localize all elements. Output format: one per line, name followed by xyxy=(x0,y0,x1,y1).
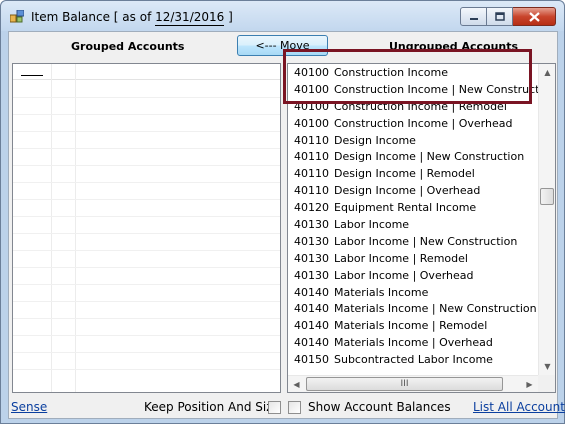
client-area: Grouped Accounts <--- Move Ungrouped Acc… xyxy=(8,31,565,419)
minimize-button[interactable] xyxy=(460,7,487,26)
list-item[interactable]: 40110 Design Income | Overhead xyxy=(289,183,538,200)
account-name: Construction Income | Overhead xyxy=(334,116,513,130)
close-icon xyxy=(528,11,540,22)
show-balances-label: Show Account Balances xyxy=(308,400,451,414)
account-code: 40130 xyxy=(294,268,329,282)
list-item[interactable]: 40110 Design Income | Remodel xyxy=(289,166,538,183)
list-item[interactable]: 40130 Labor Income | Remodel xyxy=(289,251,538,268)
list-item[interactable]: 40140 Materials Income | Overhead xyxy=(289,335,538,352)
maximize-button[interactable] xyxy=(487,7,513,26)
sense-link[interactable]: Sense xyxy=(11,400,47,414)
list-item[interactable]: 40110 Design Income | New Construction xyxy=(289,149,538,166)
grouped-accounts-grid[interactable] xyxy=(12,63,281,393)
account-name: Materials Income | Remodel xyxy=(334,319,488,333)
account-code: 40100 xyxy=(294,66,329,79)
account-name: Design Income xyxy=(334,133,416,147)
list-item[interactable]: 40140 Materials Income | New Construction xyxy=(289,301,538,318)
account-code: 40130 xyxy=(294,234,329,248)
account-code: 40140 xyxy=(294,319,329,333)
scroll-down-icon[interactable]: ▼ xyxy=(539,358,555,375)
account-name: Materials Income | Overhead xyxy=(334,336,493,350)
scroll-up-icon[interactable]: ▲ xyxy=(539,64,555,81)
horizontal-scrollbar[interactable]: ◀ III ▶ xyxy=(288,375,538,392)
account-name: Construction Income | New Construction xyxy=(334,82,556,96)
account-code: 40110 xyxy=(294,184,329,198)
show-balances-checkbox[interactable] xyxy=(288,401,301,414)
list-all-accounts-link[interactable]: List All Accounts xyxy=(473,400,565,414)
account-code: 40130 xyxy=(294,218,329,232)
account-name: Design Income | Remodel xyxy=(334,167,475,181)
list-item[interactable]: 40140 Materials Income | Remodel xyxy=(289,318,538,335)
title-date: 12/31/2016 xyxy=(155,10,225,26)
list-item[interactable]: 40130 Labor Income xyxy=(289,217,538,234)
app-icon xyxy=(10,10,24,23)
account-list: 40100 Construction Income 40100 Constructio… xyxy=(289,65,555,369)
account-name: Construction Income | Remodel xyxy=(334,99,507,113)
list-item[interactable]: 40120 Equipment Rental Income xyxy=(289,200,538,217)
list-item[interactable]: 40150 Subcontracted Labor Income xyxy=(289,352,538,369)
account-name: Design Income | Overhead xyxy=(334,184,481,198)
list-item[interactable]: 40100 Construction Income | Overhead xyxy=(289,116,538,133)
account-code: 40110 xyxy=(294,167,329,181)
account-name: Equipment Rental Income xyxy=(334,201,477,215)
list-item[interactable]: 40100 Construction Income xyxy=(289,65,538,82)
account-code: 40140 xyxy=(294,285,329,299)
vertical-scroll-thumb[interactable] xyxy=(540,188,554,205)
account-code: 40110 xyxy=(294,150,329,164)
account-code: 40150 xyxy=(294,353,329,367)
account-code: 40140 xyxy=(294,302,329,316)
ungrouped-accounts-header: Ungrouped Accounts xyxy=(389,40,519,53)
list-item[interactable]: 40100 Construction Income | New Construct… xyxy=(289,82,555,99)
account-code: 40130 xyxy=(294,251,329,265)
minimize-icon xyxy=(469,17,478,20)
account-code: 40110 xyxy=(294,133,329,147)
maximize-icon xyxy=(494,12,505,21)
window-title: Item Balance [ as of 12/31/2016 ] xyxy=(31,10,233,26)
list-item[interactable]: 40140 Materials Income xyxy=(289,285,538,302)
item-balance-window: Item Balance [ as of 12/31/2016 ] Groupe… xyxy=(0,0,565,424)
account-name: Labor Income | Overhead xyxy=(334,268,474,282)
scroll-corner xyxy=(538,375,555,392)
account-code: 40100 xyxy=(294,99,329,113)
account-name: Materials Income xyxy=(334,285,429,299)
account-code: 40100 xyxy=(294,116,329,130)
grouped-accounts-header: Grouped Accounts xyxy=(71,40,185,53)
scroll-right-icon[interactable]: ▶ xyxy=(521,376,538,392)
grid-header-row xyxy=(13,64,280,80)
vertical-scrollbar[interactable]: ▲ ▼ xyxy=(538,64,555,375)
horizontal-scroll-thumb[interactable]: III xyxy=(306,377,503,391)
list-item[interactable]: 40130 Labor Income | New Construction xyxy=(289,234,538,251)
close-button[interactable] xyxy=(513,7,556,26)
account-name: Labor Income | Remodel xyxy=(334,251,468,265)
list-item[interactable]: 40100 Construction Income | Remodel xyxy=(289,99,538,116)
ungrouped-accounts-list[interactable]: 40100 Construction Income 40100 Constructio… xyxy=(287,63,556,393)
list-item[interactable]: 40130 Labor Income | Overhead xyxy=(289,268,538,285)
keep-position-checkbox[interactable] xyxy=(268,401,281,414)
account-name: Labor Income xyxy=(334,218,410,232)
account-name: Design Income | New Construction xyxy=(334,150,525,164)
list-item[interactable]: 40110 Design Income xyxy=(289,133,538,150)
account-name: Materials Income | New Construction xyxy=(334,302,537,316)
title-bar[interactable]: Item Balance [ as of 12/31/2016 ] xyxy=(1,1,564,31)
account-code: 40140 xyxy=(294,336,329,350)
account-name: Subcontracted Labor Income xyxy=(334,353,493,367)
title-prefix: Item Balance [ as of xyxy=(31,10,156,24)
scroll-left-icon[interactable]: ◀ xyxy=(288,376,305,392)
account-name: Construction Income xyxy=(334,66,449,79)
title-suffix: ] xyxy=(224,10,233,24)
move-button[interactable]: <--- Move xyxy=(237,35,328,56)
account-code: 40100 xyxy=(294,82,329,96)
keep-position-label: Keep Position And Size xyxy=(144,400,280,414)
account-code: 40120 xyxy=(294,201,329,215)
account-name: Labor Income | New Construction xyxy=(334,234,518,248)
